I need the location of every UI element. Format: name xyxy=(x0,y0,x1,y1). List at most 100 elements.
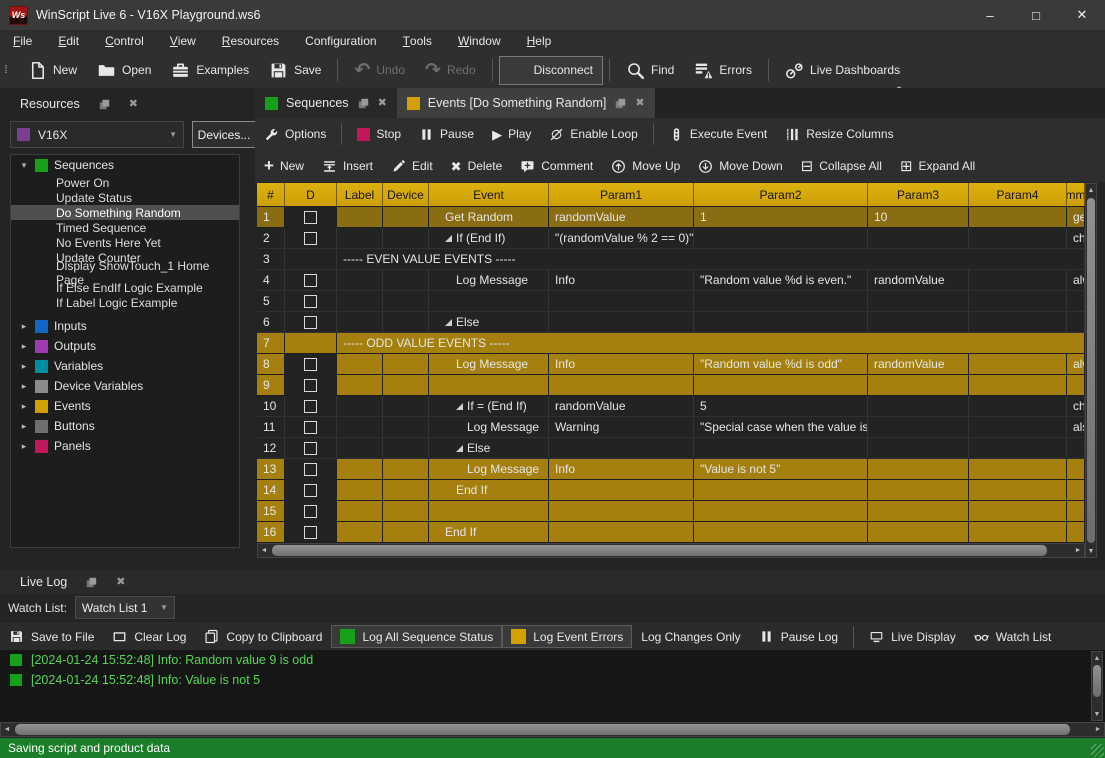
table-row-14[interactable]: 14End If xyxy=(257,480,1097,501)
column-header-mm[interactable]: mm xyxy=(1067,183,1085,207)
float-window-icon[interactable] xyxy=(98,98,111,111)
table-row-15[interactable]: 15 xyxy=(257,501,1097,522)
table-row-6[interactable]: 6Else xyxy=(257,312,1097,333)
close-panel-icon[interactable]: ✖ xyxy=(116,577,125,588)
tree-collapsed-icon[interactable]: ▸ xyxy=(19,341,29,352)
clear-log-button[interactable]: Clear Log xyxy=(103,625,195,648)
tree-item-inputs[interactable]: ▸Inputs xyxy=(11,316,239,336)
move-down-button[interactable]: Move Down xyxy=(689,155,791,178)
open-button[interactable]: Open xyxy=(87,56,161,85)
table-row-13[interactable]: 13Log MessageInfo"Value is not 5" xyxy=(257,459,1097,480)
table-row-10[interactable]: 10If = (End If)randomValue5che xyxy=(257,396,1097,417)
collapse-all-button[interactable]: ⊟Collapse All xyxy=(792,155,891,178)
row-checkbox[interactable] xyxy=(304,358,317,371)
row-checkbox[interactable] xyxy=(304,295,317,308)
tab-sequences[interactable]: Sequences✖ xyxy=(255,88,397,118)
scrollbar-thumb[interactable] xyxy=(15,724,1070,735)
comment-button[interactable]: Comment xyxy=(511,155,602,178)
table-row-3[interactable]: 3----- EVEN VALUE EVENTS ----- xyxy=(257,249,1097,270)
row-checkbox[interactable] xyxy=(304,463,317,476)
menu-item-edit[interactable]: Edit xyxy=(45,30,92,52)
menu-item-configuration[interactable]: Configuration xyxy=(292,30,389,52)
tree-item-no-events-here-yet[interactable]: No Events Here Yet xyxy=(11,235,239,250)
column-header-param3[interactable]: Param3 xyxy=(868,183,969,207)
resize-columns-button[interactable]: Resize Columns xyxy=(776,123,902,146)
log-entry[interactable]: [2024-01-24 15:52:48] Info: Random value… xyxy=(0,650,1105,670)
scroll-right-arrow-icon[interactable]: ► xyxy=(1072,544,1084,557)
close-tab-icon[interactable]: ✖ xyxy=(378,98,387,109)
table-row-8[interactable]: 8Log MessageInfo"Random value %d is odd"… xyxy=(257,354,1097,375)
menu-item-control[interactable]: Control xyxy=(92,30,157,52)
menu-item-help[interactable]: Help xyxy=(514,30,565,52)
tree-item-buttons[interactable]: ▸Buttons xyxy=(11,416,239,436)
insert-button[interactable]: Insert xyxy=(313,155,382,178)
log-event-errors-button[interactable]: Log Event Errors xyxy=(502,625,632,648)
tree-collapsed-icon[interactable]: ▸ xyxy=(19,441,29,452)
enable-loop-button[interactable]: Enable Loop xyxy=(540,123,646,146)
tree-item-sequences-root[interactable]: ▾Sequences xyxy=(11,155,239,175)
table-horizontal-scrollbar[interactable]: ◄► xyxy=(257,543,1085,558)
log-changes-only-button[interactable]: Log Changes Only xyxy=(632,626,749,648)
row-checkbox[interactable] xyxy=(304,442,317,455)
disconnect-button[interactable]: Disconnect xyxy=(499,56,603,85)
scroll-up-arrow-icon[interactable]: ▲ xyxy=(1086,184,1096,196)
live-dashboards-button[interactable]: Live Dashboards▾ xyxy=(775,56,910,85)
tree-collapsed-icon[interactable]: ▸ xyxy=(19,401,29,412)
table-row-1[interactable]: 1Get RandomrandomValue110get. xyxy=(257,207,1097,228)
row-checkbox[interactable] xyxy=(304,211,317,224)
resize-grip[interactable] xyxy=(1091,744,1104,757)
menu-item-file[interactable]: File xyxy=(0,30,45,52)
scroll-up-arrow-icon[interactable]: ▲ xyxy=(1092,652,1102,664)
row-checkbox[interactable] xyxy=(304,484,317,497)
tree-item-power-on[interactable]: Power On xyxy=(11,175,239,190)
table-row-7[interactable]: 7----- ODD VALUE EVENTS ----- xyxy=(257,333,1097,354)
collapse-triangle-icon[interactable] xyxy=(445,235,452,242)
save-to-file-button[interactable]: Save to File xyxy=(0,625,103,648)
collapse-triangle-icon[interactable] xyxy=(456,445,463,452)
row-checkbox[interactable] xyxy=(304,316,317,329)
menu-item-tools[interactable]: Tools xyxy=(390,30,445,52)
tree-collapsed-icon[interactable]: ▸ xyxy=(19,361,29,372)
table-row-16[interactable]: 16End If xyxy=(257,522,1097,543)
edit-button[interactable]: Edit xyxy=(382,155,442,178)
column-header-[interactable]: # xyxy=(257,183,285,207)
scrollbar-thumb[interactable] xyxy=(1093,665,1101,697)
tree-item-timed-sequence[interactable]: Timed Sequence xyxy=(11,220,239,235)
float-window-icon[interactable] xyxy=(357,97,370,110)
row-checkbox[interactable] xyxy=(304,232,317,245)
examples-button[interactable]: Examples xyxy=(161,56,259,85)
table-row-4[interactable]: 4Log MessageInfo"Random value %d is even… xyxy=(257,270,1097,291)
menu-item-window[interactable]: Window xyxy=(445,30,514,52)
column-header-device[interactable]: Device xyxy=(383,183,429,207)
tree-item-events[interactable]: ▸Events xyxy=(11,396,239,416)
toolbar-grip-handle[interactable]: ⁞⁞ xyxy=(4,66,12,75)
delete-button[interactable]: ✖Delete xyxy=(442,155,512,177)
float-window-icon[interactable] xyxy=(614,97,627,110)
row-checkbox[interactable] xyxy=(304,379,317,392)
options-button[interactable]: Options xyxy=(255,123,335,146)
row-checkbox[interactable] xyxy=(304,400,317,413)
watch-list-button[interactable]: Watch List xyxy=(965,625,1061,648)
close-panel-icon[interactable]: ✖ xyxy=(129,99,138,110)
scroll-left-arrow-icon[interactable]: ◄ xyxy=(1,723,13,736)
tree-collapsed-icon[interactable]: ▸ xyxy=(19,421,29,432)
row-checkbox[interactable] xyxy=(304,274,317,287)
device-select[interactable]: V16X ▼ xyxy=(10,121,184,148)
row-checkbox[interactable] xyxy=(304,421,317,434)
tree-collapsed-icon[interactable]: ▸ xyxy=(19,321,29,332)
watch-list-select[interactable]: Watch List 1 ▼ xyxy=(75,596,175,619)
collapse-triangle-icon[interactable] xyxy=(445,319,452,326)
scroll-down-arrow-icon[interactable]: ▼ xyxy=(1092,708,1102,720)
column-header-param4[interactable]: Param4 xyxy=(969,183,1067,207)
tree-collapsed-icon[interactable]: ▸ xyxy=(19,381,29,392)
log-horizontal-scrollbar[interactable]: ◄► xyxy=(0,722,1105,737)
scroll-left-arrow-icon[interactable]: ◄ xyxy=(258,544,270,557)
table-row-9[interactable]: 9 xyxy=(257,375,1097,396)
copy-to-clipboard-button[interactable]: Copy to Clipboard xyxy=(195,625,331,648)
save-button[interactable]: Save xyxy=(259,56,331,85)
log-entry[interactable]: [2024-01-24 15:52:48] Info: Value is not… xyxy=(0,670,1105,690)
column-header-d[interactable]: D xyxy=(285,183,337,207)
minimize-button[interactable]: – xyxy=(967,0,1013,30)
pause-button[interactable]: Pause xyxy=(410,123,483,146)
tree-item-variables[interactable]: ▸Variables xyxy=(11,356,239,376)
